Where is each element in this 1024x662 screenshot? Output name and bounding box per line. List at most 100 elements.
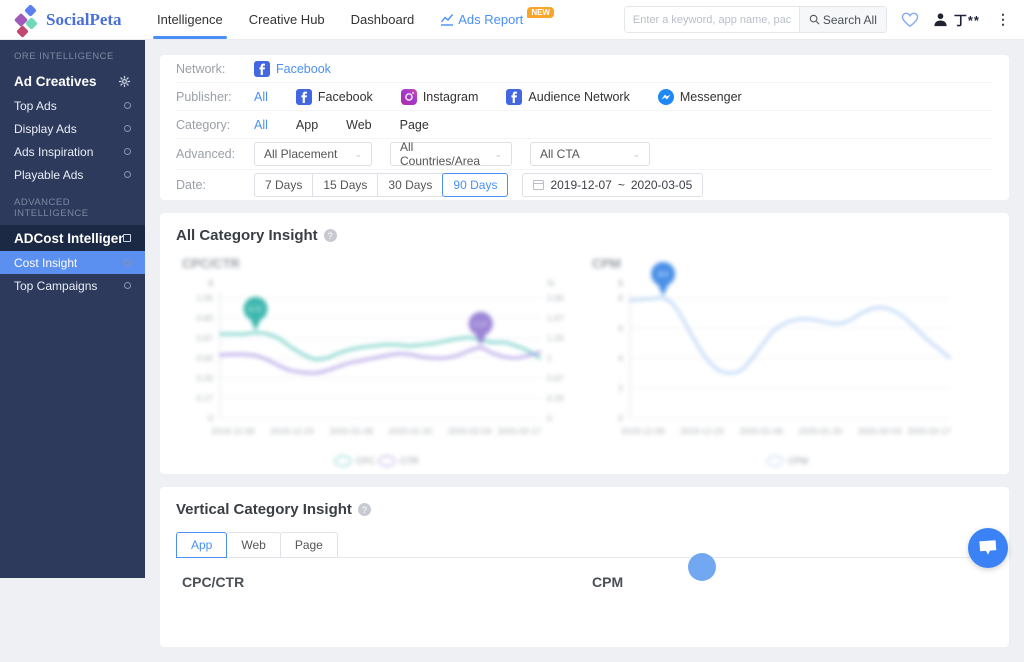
svg-text:2020-01-06: 2020-01-06 (329, 426, 373, 436)
date-range-separator: ~ (618, 178, 625, 192)
sidebar-item-label: Top Campaigns (14, 279, 97, 293)
vertical-category-insight-title: Vertical Category Insight (176, 501, 352, 518)
svg-text:2020-02-03: 2020-02-03 (858, 426, 902, 436)
advanced-dropdowns: All Placement⌄All Countries/Area⌄All CTA… (254, 142, 650, 166)
all-category-insight-panel: All Category Insight ? CPC/CTR1.000.830.… (160, 213, 1009, 474)
date-range-start: 2019-12-07 (550, 178, 611, 192)
date-preset-15-days[interactable]: 15 Days (312, 173, 378, 197)
filter-option-app[interactable]: App (296, 118, 318, 132)
filter-option-web[interactable]: Web (346, 118, 371, 132)
dropdown-value: All CTA (540, 147, 580, 161)
nav-item-creative-hub[interactable]: Creative Hub (249, 0, 325, 40)
filter-option-all[interactable]: All (254, 118, 268, 132)
sidebar-item-top-campaigns[interactable]: Top Campaigns (0, 274, 145, 297)
filter-option-label: App (296, 118, 318, 132)
sidebar-item-ads-inspiration[interactable]: Ads Inspiration (0, 140, 145, 163)
nav-item-dashboard[interactable]: Dashboard (351, 0, 415, 40)
dropdown-all-cta[interactable]: All CTA ⌄ (530, 142, 650, 166)
dropdown-value: All Countries/Area (400, 140, 482, 168)
filter-option-audience-network[interactable]: Audience Network (506, 89, 629, 105)
search-all-button[interactable]: Search All (799, 7, 886, 32)
more-menu-icon[interactable]: ⋮ (994, 11, 1012, 28)
navbar-right: Search All 丁** ⋮ (624, 6, 1024, 33)
sidebar-item-label: Display Ads (14, 122, 77, 136)
svg-text:2019-12-09: 2019-12-09 (621, 426, 665, 436)
date-range-picker[interactable]: 2019-12-07~2020-03-05 (522, 173, 703, 197)
vertical-chart-header-cpc-ctr: CPC/CTR (174, 574, 584, 590)
max-value-marker: 8.0 (651, 262, 675, 296)
sidebar-item-adcost-intelligenc[interactable]: ADCost Intelligenc⌄ (0, 225, 145, 251)
nav-item-intelligence[interactable]: Intelligence (157, 0, 223, 40)
sidebar-item-ad-creatives[interactable]: Ad Creatives (0, 68, 145, 94)
svg-text:8.0: 8.0 (658, 272, 668, 279)
filter-option-label: Facebook (318, 90, 373, 104)
filter-row-label: Advanced: (176, 147, 254, 161)
date-preset-30-days[interactable]: 30 Days (377, 173, 443, 197)
filter-option-facebook[interactable]: Facebook (296, 89, 373, 105)
user-account[interactable]: 丁** (933, 10, 980, 29)
sidebar-item-label: Cost Insight (14, 256, 77, 270)
svg-text:2020-01-20: 2020-01-20 (389, 426, 433, 436)
square-icon (123, 234, 131, 242)
chart-cpc-ctr: CPC/CTR1.000.830.670.500.330.170$2.001.6… (174, 250, 584, 468)
svg-text:2.00: 2.00 (547, 293, 564, 303)
new-badge: NEW (527, 7, 554, 18)
help-icon[interactable]: ? (358, 503, 371, 516)
svg-text:CPC: CPC (356, 456, 376, 466)
filter-option-messenger[interactable]: Messenger (658, 89, 742, 105)
svg-text:0.33: 0.33 (547, 393, 564, 403)
sidebar-item-top-ads[interactable]: Top Ads (0, 94, 145, 117)
svg-text:%: % (547, 278, 555, 288)
sidebar: ORE INTELLIGENCEAd CreativesTop AdsDispl… (0, 40, 145, 578)
dropdown-value: All Placement (264, 147, 337, 161)
sidebar-item-cost-insight[interactable]: Cost Insight (0, 251, 145, 274)
filter-row-label: Date: (176, 178, 254, 192)
svg-text:0: 0 (208, 413, 213, 423)
svg-text:0.17: 0.17 (196, 393, 213, 403)
filter-row-advanced: Advanced:All Placement⌄All Countries/Are… (176, 139, 993, 170)
main-nav: Intelligence Creative Hub Dashboard Ads Rep… (157, 0, 554, 40)
search-input[interactable] (625, 7, 799, 32)
vertical-category-tabs: AppWebPage (176, 532, 993, 558)
gear-icon (118, 75, 131, 88)
filter-option-facebook[interactable]: Facebook (254, 61, 331, 77)
nav-item-label: Creative Hub (249, 12, 325, 27)
filter-options: All App Web Page (254, 118, 429, 132)
search-icon (809, 14, 820, 25)
chat-bubble-icon (978, 539, 998, 557)
brand-logo[interactable]: SocialPeta (0, 4, 145, 36)
date-preset-90-days[interactable]: 90 Days (442, 173, 508, 197)
circle-icon (124, 102, 131, 109)
chevron-down-icon: ⌄ (632, 149, 640, 160)
svg-text:1: 1 (547, 353, 552, 363)
svg-text:1.67: 1.67 (547, 313, 564, 323)
svg-text:0.71: 0.71 (249, 306, 263, 313)
svg-text:0.83: 0.83 (196, 313, 213, 323)
svg-text:$: $ (208, 278, 213, 288)
filter-option-all[interactable]: All (254, 90, 268, 104)
filter-option-instagram[interactable]: Instagram (401, 89, 479, 105)
nav-item-label: Intelligence (157, 12, 223, 27)
sidebar-item-display-ads[interactable]: Display Ads (0, 117, 145, 140)
live-chat-button[interactable] (968, 528, 1008, 568)
favorites-heart-icon[interactable] (901, 12, 919, 28)
tab-app[interactable]: App (176, 532, 227, 558)
help-icon[interactable]: ? (324, 229, 337, 242)
dropdown-all-countries-area[interactable]: All Countries/Area⌄ (390, 142, 512, 166)
filter-option-label: Web (346, 118, 371, 132)
svg-text:2020-02-17: 2020-02-17 (497, 426, 541, 436)
svg-text:0.67: 0.67 (547, 373, 564, 383)
nav-item-ads-report[interactable]: Ads ReportNEW (440, 0, 554, 40)
dropdown-all-placement[interactable]: All Placement⌄ (254, 142, 372, 166)
line-chart: 86420$2019-12-092019-12-232020-01-062020… (584, 272, 994, 468)
global-search: Search All (624, 6, 887, 33)
filter-options: Facebook (254, 61, 331, 77)
svg-text:0.33: 0.33 (196, 373, 213, 383)
tab-web[interactable]: Web (226, 532, 280, 558)
vertical-chart-headers: CPC/CTRCPM (160, 558, 1009, 590)
sidebar-item-label: Top Ads (14, 99, 57, 113)
date-preset-7-days[interactable]: 7 Days (254, 173, 313, 197)
sidebar-item-playable-ads[interactable]: Playable Ads (0, 163, 145, 186)
filter-option-page[interactable]: Page (400, 118, 429, 132)
tab-page[interactable]: Page (280, 532, 338, 558)
